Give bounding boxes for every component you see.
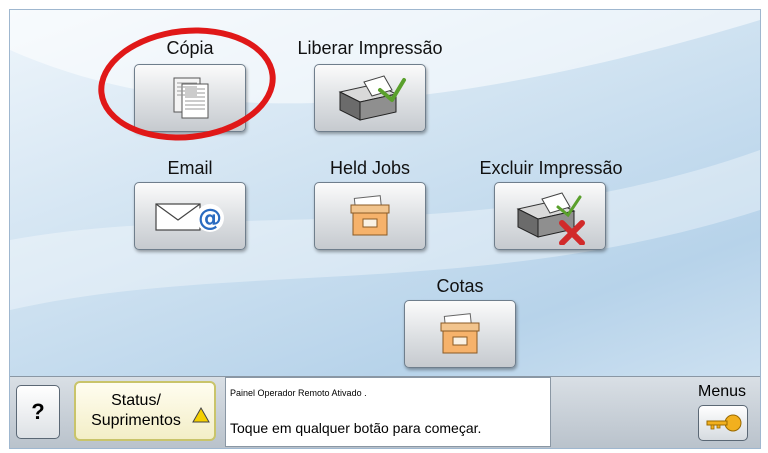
file-box-icon xyxy=(350,195,390,236)
menus-label: Menus xyxy=(698,383,747,400)
help-button[interactable]: ? xyxy=(16,385,60,439)
tile-email: Email @ xyxy=(132,158,248,258)
printer-home-screen: Cópia Liberar Impressão Email @ Held Job… xyxy=(9,9,761,449)
warning-triangle-icon xyxy=(192,407,210,423)
tile-excluir-label: Excluir Impressão xyxy=(479,158,623,178)
menus-button[interactable] xyxy=(698,405,748,441)
svg-text:@: @ xyxy=(198,204,222,232)
printer-release-icon xyxy=(338,75,406,121)
message-line-remote-panel: Painel Operador Remoto Ativado . xyxy=(230,388,367,398)
bottom-bar: ? Status/ Suprimentos Painel Operador Re… xyxy=(10,376,760,448)
copia-button[interactable] xyxy=(134,64,246,132)
message-panel: Painel Operador Remoto Ativado . Toque e… xyxy=(225,377,551,447)
tile-cotas-label: Cotas xyxy=(436,276,484,296)
liberar-impressao-button[interactable] xyxy=(314,64,426,132)
key-icon xyxy=(706,414,742,432)
excluir-impressao-button[interactable] xyxy=(494,182,606,250)
status-supplies-button[interactable]: Status/ Suprimentos xyxy=(74,381,216,441)
held-jobs-button[interactable] xyxy=(314,182,426,250)
cotas-button[interactable] xyxy=(404,300,516,368)
message-line-prompt: Toque em qualquer botão para começar. xyxy=(230,420,482,436)
tile-excluir-impressao: Excluir Impressão xyxy=(466,158,636,258)
tile-email-label: Email xyxy=(167,158,213,178)
tile-copia-label: Cópia xyxy=(166,38,214,58)
tile-cotas: Cotas xyxy=(402,276,518,376)
email-button[interactable]: @ xyxy=(134,182,246,250)
tile-held-jobs-label: Held Jobs xyxy=(329,158,411,178)
tile-liberar-label: Liberar Impressão xyxy=(297,38,443,58)
email-at-icon: @ xyxy=(155,203,224,232)
tile-copia: Cópia xyxy=(132,38,248,138)
tile-held-jobs: Held Jobs xyxy=(312,158,428,258)
printer-delete-icon xyxy=(516,192,585,245)
file-box-icon xyxy=(440,313,480,354)
status-supplies-label: Status/ Suprimentos xyxy=(91,392,181,429)
tile-liberar-impressao: Liberar Impressão xyxy=(290,38,450,138)
copy-document-icon xyxy=(173,77,209,119)
